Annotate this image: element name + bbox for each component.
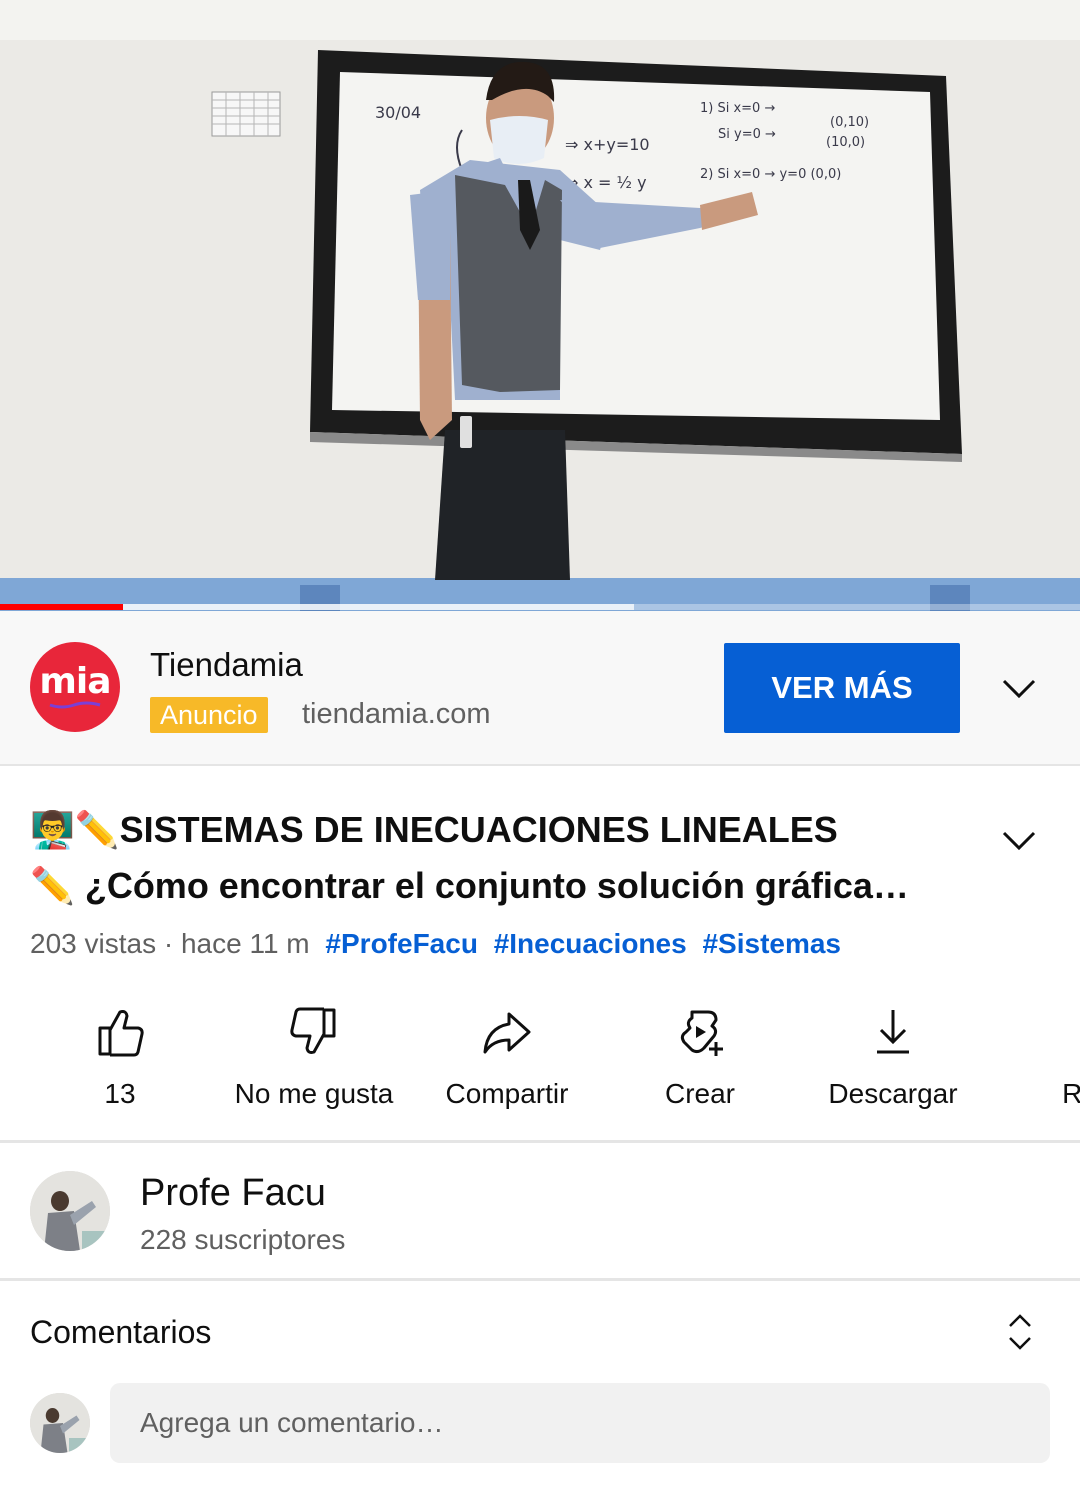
channel-name[interactable]: Profe Facu <box>140 1172 326 1215</box>
comments-heading[interactable]: Comentarios <box>30 1314 211 1351</box>
create-button[interactable]: Crear <box>605 1000 795 1130</box>
user-avatar <box>30 1393 90 1453</box>
dislike-button[interactable]: No me gusta <box>219 1000 409 1130</box>
svg-text:(0,10): (0,10) <box>830 115 869 130</box>
video-metadata[interactable]: 203 vistas · hace 11 m #ProfeFacu #Inecu… <box>30 928 841 960</box>
svg-text:Si y=0 →: Si y=0 → <box>718 127 776 142</box>
share-icon <box>483 1012 531 1054</box>
channel-avatar[interactable] <box>30 1171 110 1251</box>
download-button[interactable]: Descargar <box>798 1000 988 1130</box>
thumbs-up-icon <box>98 1010 144 1057</box>
create-icon <box>680 1010 723 1056</box>
advertiser-url: tiendamia.com <box>302 698 491 730</box>
progress-played <box>0 604 124 610</box>
ad-badge: Anuncio <box>150 697 268 733</box>
advertiser-name[interactable]: Tiendamia <box>150 646 303 684</box>
progress-bar[interactable] <box>0 604 1080 610</box>
download-label: Descargar <box>828 1078 958 1109</box>
ad-cta-button[interactable]: VER MÁS <box>724 643 960 733</box>
like-count: 13 <box>104 1078 136 1109</box>
remix-button[interactable]: Rec <box>992 1000 1080 1130</box>
view-count: 203 vistas <box>30 928 157 959</box>
divider <box>0 1278 1080 1281</box>
comment-input[interactable] <box>110 1383 1050 1463</box>
download-icon <box>877 1010 909 1054</box>
share-button[interactable]: Compartir <box>412 1000 602 1130</box>
like-button[interactable]: 13 <box>25 1000 215 1130</box>
video-player[interactable]: 30/04 ⇒ x+y=10 ⇒ x = ½ y 1) Si x=0 → Si … <box>0 0 1080 611</box>
logo-underline-icon <box>49 701 101 709</box>
upload-time: · hace 11 m <box>163 928 310 959</box>
svg-text:1) Si x=0 →: 1) Si x=0 → <box>700 101 775 116</box>
advertiser-logo-text: mia <box>39 661 111 702</box>
create-label: Crear <box>664 1078 735 1109</box>
hashtag-link[interactable]: #Inecuaciones <box>494 928 687 959</box>
channel-avatar-image <box>30 1171 110 1251</box>
video-title-line-1: 👨‍🏫✏️SISTEMAS DE INECUACIONES LINEALES <box>30 809 838 850</box>
expand-collapse-icon[interactable] <box>1004 1312 1036 1352</box>
svg-text:⇒ x+y=10: ⇒ x+y=10 <box>565 135 650 154</box>
chevron-down-icon[interactable] <box>998 673 1040 703</box>
svg-text:2) Si x=0 → y=0 (0,0): 2) Si x=0 → y=0 (0,0) <box>700 167 841 182</box>
subscriber-count: 228 suscriptores <box>140 1224 346 1255</box>
divider <box>0 1140 1080 1143</box>
thumbs-down-icon <box>290 1007 336 1054</box>
svg-text:(10,0): (10,0) <box>826 135 865 150</box>
ad-banner[interactable]: mia Tiendamia Anuncio tiendamia.com VER … <box>0 611 1080 766</box>
video-title-line-2: ✏️ ¿Cómo encontrar el conjunto solución … <box>30 865 909 906</box>
remix-icon <box>1059 1004 1080 1060</box>
user-avatar-image <box>30 1393 90 1453</box>
video-title[interactable]: 👨‍🏫✏️SISTEMAS DE INECUACIONES LINEALES ✏… <box>30 802 990 914</box>
action-bar: 13 No me gusta Compartir Crear Descargar <box>0 1000 1080 1130</box>
hashtag-link[interactable]: #ProfeFacu <box>325 928 478 959</box>
remix-label: Rec <box>1062 1078 1080 1109</box>
svg-text:30/04: 30/04 <box>375 103 421 122</box>
dislike-label: No me gusta <box>234 1078 394 1109</box>
hashtag-link[interactable]: #Sistemas <box>702 928 841 959</box>
expand-description-icon[interactable] <box>998 825 1040 855</box>
video-frame: 30/04 ⇒ x+y=10 ⇒ x = ½ y 1) Si x=0 → Si … <box>0 0 1080 611</box>
share-label: Compartir <box>445 1078 569 1109</box>
advertiser-logo[interactable]: mia <box>30 642 120 732</box>
